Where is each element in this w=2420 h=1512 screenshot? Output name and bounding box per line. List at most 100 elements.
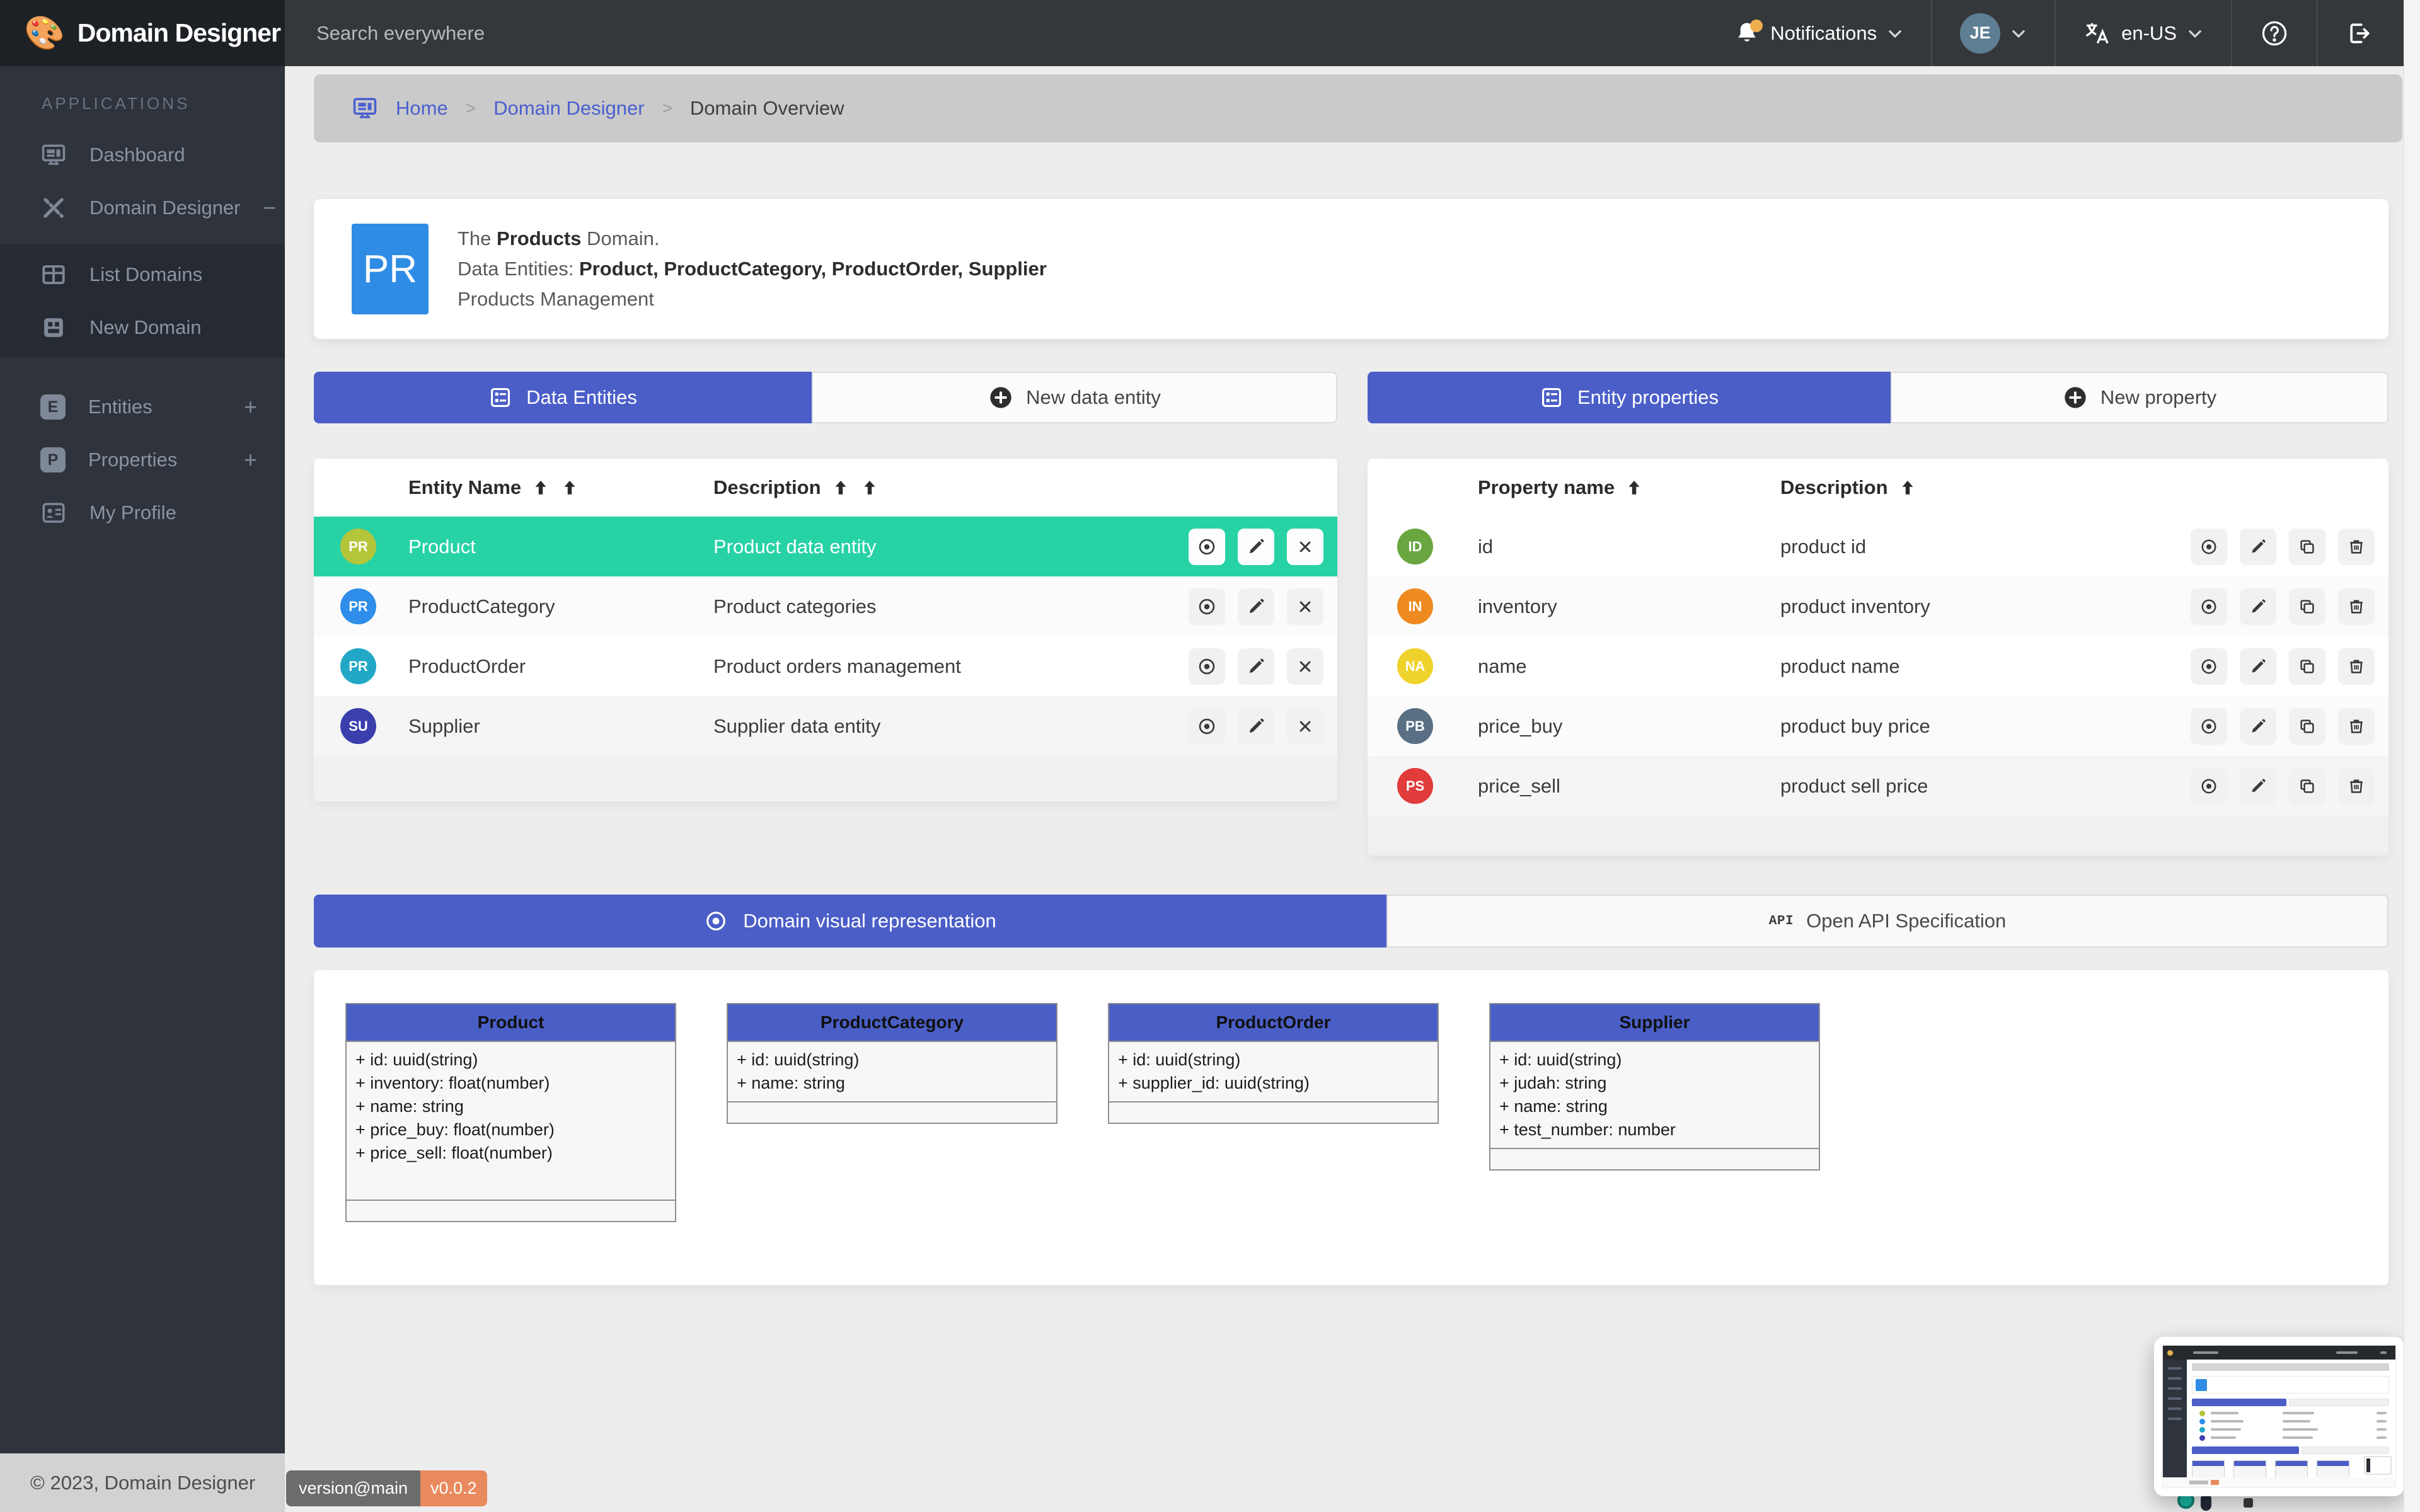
entities-row-supplier[interactable]: SUSupplierSupplier data entity (314, 696, 1337, 756)
remove-button[interactable] (1287, 648, 1323, 685)
delete-button[interactable] (2338, 768, 2375, 805)
copy-icon (2298, 657, 2317, 676)
column-header-description[interactable]: Description (1780, 459, 1917, 517)
sort-arrow-icon[interactable] (560, 478, 579, 497)
column-header-property-name[interactable]: Property name (1478, 459, 1644, 517)
properties-row-id[interactable]: IDidproduct id (1368, 517, 2388, 576)
sort-arrow-icon[interactable] (1898, 478, 1917, 497)
expand-plus-icon[interactable]: + (244, 447, 257, 473)
user-menu[interactable]: JE (1932, 0, 2054, 66)
edit-button[interactable] (1238, 708, 1274, 745)
sort-arrow-icon[interactable] (860, 478, 879, 497)
remove-button[interactable] (1287, 588, 1323, 625)
entities-row-productcategory[interactable]: PRProductCategoryProduct categories (314, 576, 1337, 636)
sidebar-item-my-profile[interactable]: My Profile (0, 486, 285, 539)
brand-block[interactable]: 🎨 Domain Designer (0, 0, 285, 66)
table-icon (40, 261, 67, 288)
language-label: en-US (2121, 22, 2177, 45)
sidebar-item-label: New Domain (89, 316, 201, 339)
remove-button[interactable] (1287, 708, 1323, 745)
language-menu[interactable]: en-US (2056, 0, 2231, 66)
copy-button[interactable] (2289, 588, 2325, 625)
edit-button[interactable] (1238, 588, 1274, 625)
breadcrumb-home[interactable]: Home (396, 97, 448, 120)
uml-attribute: + id: uuid(string) (1499, 1048, 1810, 1072)
sidebar-item-properties[interactable]: PProperties+ (0, 433, 285, 486)
logout-button[interactable] (2318, 0, 2401, 66)
edit-button[interactable] (2240, 648, 2276, 685)
view-button[interactable] (2191, 648, 2227, 685)
view-button[interactable] (1189, 708, 1225, 745)
pip-preview-window[interactable] (2154, 1337, 2404, 1496)
edit-button[interactable] (1238, 529, 1274, 565)
notifications-menu[interactable]: Notifications (1706, 0, 1931, 66)
column-header-description[interactable]: Description (713, 459, 879, 517)
edit-button[interactable] (2240, 768, 2276, 805)
delete-icon (2347, 717, 2366, 736)
view-button[interactable] (2191, 529, 2227, 565)
sort-arrow-icon[interactable] (1625, 478, 1644, 497)
new-property-button[interactable]: New property (1891, 372, 2388, 423)
open-api-specification-button[interactable]: API Open API Specification (1386, 895, 2388, 948)
view-button[interactable] (1189, 529, 1225, 565)
sidebar-item-dashboard[interactable]: Dashboard (0, 129, 285, 181)
edit-button[interactable] (2240, 529, 2276, 565)
view-icon (2199, 717, 2218, 736)
delete-button[interactable] (2338, 648, 2375, 685)
properties-tab-row: Entity properties New property (1368, 372, 2388, 423)
p-letter-badge-icon: P (40, 447, 66, 472)
copy-button[interactable] (2289, 529, 2325, 565)
scrollbar[interactable] (2404, 0, 2420, 1512)
view-button[interactable] (1189, 588, 1225, 625)
properties-row-price-buy[interactable]: PBprice_buyproduct buy price (1368, 696, 2388, 756)
edit-button[interactable] (2240, 708, 2276, 745)
row-avatar: PS (1397, 768, 1433, 804)
uml-class-title: ProductCategory (728, 1004, 1056, 1042)
collapse-minus-icon[interactable]: − (263, 195, 277, 221)
expand-plus-icon[interactable]: + (244, 394, 257, 420)
entities-row-product[interactable]: PRProductProduct data entity (314, 517, 1337, 576)
tab-entity-properties[interactable]: Entity properties (1368, 372, 1891, 423)
uml-class-productcategory: ProductCategory+ id: uuid(string)+ name:… (727, 1003, 1057, 1124)
sort-arrow-icon[interactable] (831, 478, 850, 497)
entities-row-productorder[interactable]: PRProductOrderProduct orders management (314, 636, 1337, 696)
copy-button[interactable] (2289, 708, 2325, 745)
row-name: Supplier (408, 696, 480, 756)
column-header-entity-name[interactable]: Entity Name (408, 459, 579, 517)
tab-label: Data Entities (526, 386, 637, 409)
view-button[interactable] (2191, 708, 2227, 745)
domain-line-1: The Products Domain. (458, 224, 1047, 254)
row-description: Supplier data entity (713, 696, 880, 756)
search-input[interactable] (316, 22, 884, 45)
properties-row-name[interactable]: NAnameproduct name (1368, 636, 2388, 696)
tools-icon (40, 195, 67, 221)
sidebar-item-list-domains[interactable]: List Domains (0, 248, 285, 301)
copy-button[interactable] (2289, 648, 2325, 685)
sidebar-item-domain-designer[interactable]: Domain Designer− (0, 181, 285, 234)
view-button[interactable] (1189, 648, 1225, 685)
sidebar-item-entities[interactable]: EEntities+ (0, 381, 285, 433)
navbar-actions: Notifications JE en-US (1706, 0, 2401, 66)
delete-button[interactable] (2338, 588, 2375, 625)
properties-row-inventory[interactable]: INinventoryproduct inventory (1368, 576, 2388, 636)
delete-button[interactable] (2338, 708, 2375, 745)
edit-button[interactable] (1238, 648, 1274, 685)
delete-icon (2347, 777, 2366, 796)
entities-tab-row: Data Entities New data entity (314, 372, 1337, 423)
domain-visual-representation-button[interactable]: Domain visual representation (314, 895, 1386, 948)
edit-button[interactable] (2240, 588, 2276, 625)
sidebar-item-new-domain[interactable]: New Domain (0, 301, 285, 354)
view-button[interactable] (2191, 768, 2227, 805)
pip-domain-card (2192, 1376, 2389, 1394)
copy-button[interactable] (2289, 768, 2325, 805)
sort-arrow-icon[interactable] (531, 478, 550, 497)
new-data-entity-button[interactable]: New data entity (812, 372, 1337, 423)
tab-data-entities[interactable]: Data Entities (314, 372, 812, 423)
row-actions (2191, 517, 2375, 576)
delete-button[interactable] (2338, 529, 2375, 565)
help-button[interactable] (2232, 0, 2317, 66)
properties-row-price-sell[interactable]: PSprice_sellproduct sell price (1368, 756, 2388, 816)
breadcrumb-domain-designer[interactable]: Domain Designer (493, 97, 645, 120)
view-button[interactable] (2191, 588, 2227, 625)
remove-button[interactable] (1287, 529, 1323, 565)
